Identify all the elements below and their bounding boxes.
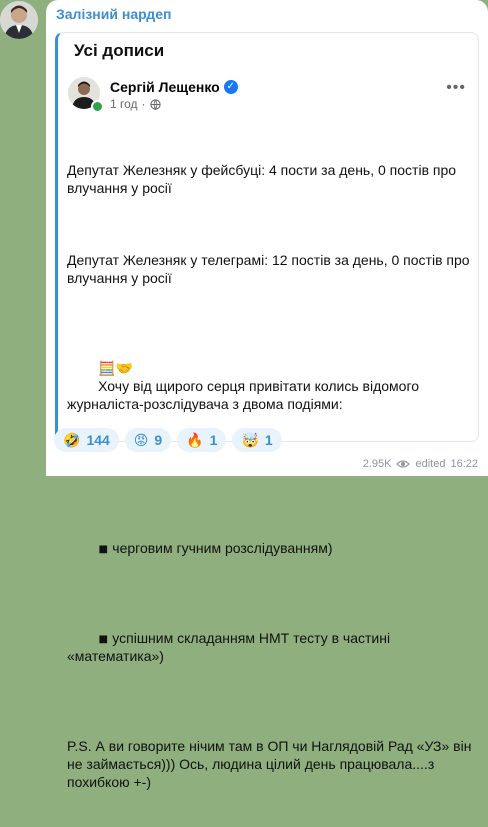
message-footer: 2.95K edited 16:22 — [363, 458, 478, 470]
reactions-bar: 🤣 144 😡 9 🔥 1 🤯 1 — [54, 428, 282, 452]
post-paragraph: Депутат Железняк у фейсбуці: 4 пости за … — [67, 162, 460, 196]
post-time[interactable]: 1 год — [110, 97, 138, 111]
square-bullet-icon: ◾ — [98, 630, 109, 646]
reaction-mind-blown[interactable]: 🤯 1 — [232, 428, 282, 452]
reaction-count: 9 — [154, 432, 163, 448]
verified-badge-icon: ✓ — [223, 80, 238, 94]
post-body: Депутат Железняк у фейсбуці: 4 пости за … — [67, 125, 472, 827]
post-paragraph: 🧮🤝 Хочу від щирого серця привітати колис… — [67, 360, 423, 412]
separator-dot: · — [141, 97, 146, 111]
post-paragraph: Депутат Железняк у телеграмі: 12 постів … — [67, 252, 474, 286]
reaction-count: 144 — [86, 432, 110, 448]
globe-icon — [149, 98, 161, 110]
square-bullet-icon: ◾ — [98, 540, 109, 556]
post-paragraph: P.S. А ви говорите нічим там в ОП чи Наг… — [67, 738, 476, 790]
more-options-icon[interactable]: ••• — [446, 79, 466, 97]
channel-name[interactable]: Залізний нардеп — [56, 6, 171, 22]
online-status-dot — [91, 100, 104, 113]
view-count: 2.95K — [362, 458, 392, 470]
reaction-fire[interactable]: 🔥 1 — [177, 428, 227, 452]
mind-blown-emoji-icon: 🤯 — [241, 431, 259, 448]
reaction-count: 1 — [209, 432, 218, 448]
rofl-emoji-icon: 🤣 — [63, 431, 81, 448]
reaction-count: 1 — [264, 432, 273, 448]
handshake-icon: 🤝 — [115, 360, 133, 376]
reaction-rofl[interactable]: 🤣 144 — [54, 428, 119, 452]
post-meta: 1 год · — [110, 97, 161, 111]
fire-emoji-icon: 🔥 — [186, 431, 204, 448]
post-author[interactable]: Сергій Лещенко ✓ — [110, 79, 238, 95]
eye-icon — [396, 460, 411, 468]
edited-label: edited — [415, 458, 446, 470]
bullet-item: ◾ успішним складанням НМТ тесту в частин… — [67, 630, 394, 664]
bullet-item: ◾ черговим гучним розслідуванням) — [98, 540, 333, 556]
reaction-angry[interactable]: 😡 9 — [124, 428, 172, 452]
forwarded-post-card[interactable]: Усі дописи Сергій Лещенко ✓ 1 год · ••• — [55, 32, 479, 790]
angry-emoji-icon: 😡 — [133, 431, 149, 448]
author-name[interactable]: Сергій Лещенко — [110, 79, 220, 95]
card-title: Усі дописи — [74, 41, 165, 60]
message-bubble: Залізний нардеп Усі дописи Сергій Лещенк… — [46, 0, 488, 790]
message-time: 16:22 — [450, 458, 478, 470]
abacus-icon: 🧮 — [98, 360, 116, 376]
channel-avatar[interactable] — [0, 1, 38, 39]
